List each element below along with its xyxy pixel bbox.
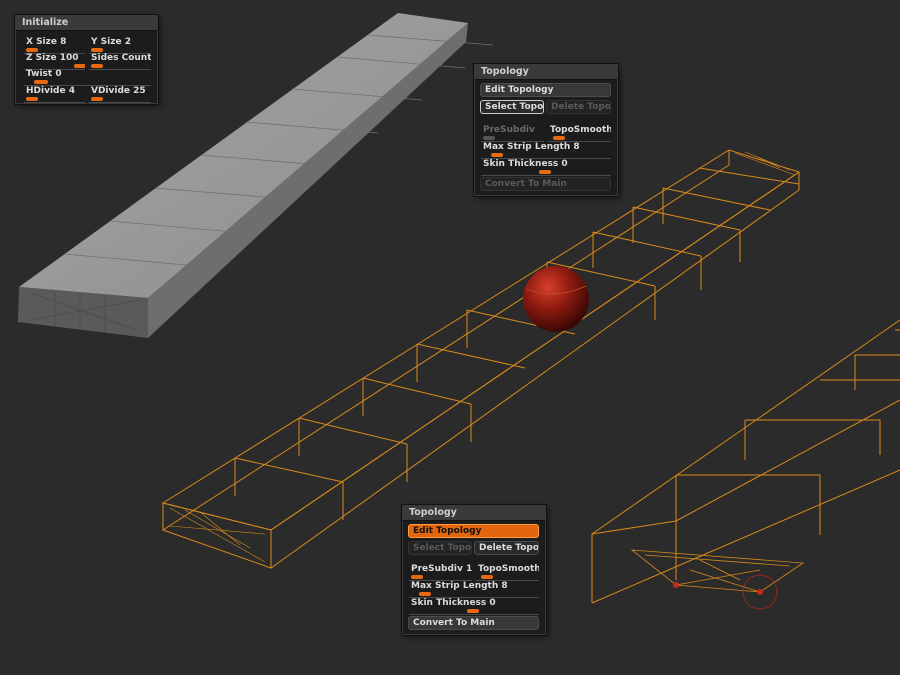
- twist-slider[interactable]: Twist 0: [24, 69, 151, 86]
- presubdiv-bottom-knob[interactable]: [411, 575, 423, 579]
- y-size-label: Y Size 2: [91, 37, 131, 47]
- toposmooth-bottom-label: TopoSmooth: [478, 564, 539, 574]
- presubdiv-slider[interactable]: PreSubdiv: [481, 125, 544, 142]
- skin-thickness-knob[interactable]: [539, 170, 551, 174]
- skin-thickness-bottom-label: Skin Thickness 0: [411, 598, 496, 608]
- edit-topology-button[interactable]: Edit Topology: [480, 83, 611, 97]
- z-size-slider[interactable]: Z Size 100: [24, 53, 85, 70]
- delete-topo-button-enabled[interactable]: Delete Topo: [474, 541, 539, 555]
- hdivide-label: HDivide 4: [26, 86, 75, 96]
- vdivide-knob[interactable]: [91, 97, 103, 101]
- max-strip-length-bottom-label: Max Strip Length 8: [411, 581, 508, 591]
- twist-knob[interactable]: [34, 80, 48, 84]
- toposmooth-knob[interactable]: [553, 136, 565, 140]
- x-size-slider[interactable]: X Size 8: [24, 37, 85, 54]
- presubdiv-knob[interactable]: [483, 136, 495, 140]
- wireframe-closeup-vertices[interactable]: [673, 574, 778, 610]
- skin-thickness-bottom-knob[interactable]: [467, 609, 479, 613]
- toposmooth-slider-bottom[interactable]: TopoSmooth: [476, 564, 539, 581]
- wireframe-closeup[interactable]: [591, 319, 900, 604]
- toposmooth-bottom-knob[interactable]: [481, 575, 493, 579]
- toposmooth-slider[interactable]: TopoSmooth: [548, 125, 611, 142]
- max-strip-length-label: Max Strip Length 8: [483, 142, 580, 152]
- vdivide-slider[interactable]: VDivide 25: [89, 86, 151, 103]
- y-size-knob[interactable]: [91, 48, 103, 52]
- convert-to-main-button[interactable]: Convert To Main: [480, 177, 611, 191]
- x-size-label: X Size 8: [26, 37, 67, 47]
- max-strip-length-slider-bottom[interactable]: Max Strip Length 8: [409, 581, 539, 598]
- presubdiv-slider-bottom[interactable]: PreSubdiv 1: [409, 564, 472, 581]
- topology-panel-top: Topology Edit Topology Select Topo Delet…: [474, 64, 618, 196]
- vdivide-label: VDivide 25: [91, 86, 146, 96]
- topology-panel-top-title: Topology: [475, 65, 617, 80]
- convert-to-main-button-bottom[interactable]: Convert To Main: [408, 616, 539, 630]
- topology-panel-bottom: Topology Edit Topology Select Topo Delet…: [402, 505, 546, 635]
- twist-label: Twist 0: [26, 69, 62, 79]
- hdivide-slider[interactable]: HDivide 4: [24, 86, 85, 103]
- toposmooth-label: TopoSmooth: [550, 125, 611, 135]
- topology-panel-bottom-title: Topology: [403, 506, 545, 521]
- sides-count-label: Sides Count: [91, 53, 151, 63]
- sides-count-slider[interactable]: Sides Count: [89, 53, 151, 70]
- edit-topology-button-active[interactable]: Edit Topology: [408, 524, 539, 538]
- presubdiv-bottom-label: PreSubdiv 1: [411, 564, 472, 574]
- hdivide-knob[interactable]: [26, 97, 38, 101]
- skin-thickness-slider-bottom[interactable]: Skin Thickness 0: [409, 598, 539, 615]
- select-topo-button[interactable]: Select Topo: [480, 100, 544, 114]
- max-strip-length-knob[interactable]: [491, 153, 503, 157]
- skin-thickness-label: Skin Thickness 0: [483, 159, 568, 169]
- y-size-slider[interactable]: Y Size 2: [89, 37, 151, 54]
- skin-thickness-slider[interactable]: Skin Thickness 0: [481, 159, 611, 176]
- z-size-knob[interactable]: [74, 64, 85, 68]
- x-size-knob[interactable]: [26, 48, 38, 52]
- initialize-panel-title: Initialize: [16, 16, 157, 31]
- select-topo-button-disabled[interactable]: Select Topo: [408, 541, 472, 555]
- sides-count-knob[interactable]: [91, 64, 103, 68]
- max-strip-length-slider[interactable]: Max Strip Length 8: [481, 142, 611, 159]
- red-sphere[interactable]: [523, 266, 589, 332]
- wireframe-closeup-detail: [630, 549, 805, 593]
- z-size-label: Z Size 100: [26, 53, 79, 63]
- initialize-panel: Initialize X Size 8 Y Size 2 Z Size 100 …: [15, 15, 158, 104]
- max-strip-length-bottom-knob[interactable]: [419, 592, 431, 596]
- presubdiv-label: PreSubdiv: [483, 125, 535, 135]
- delete-topo-button[interactable]: Delete Topo: [546, 100, 611, 114]
